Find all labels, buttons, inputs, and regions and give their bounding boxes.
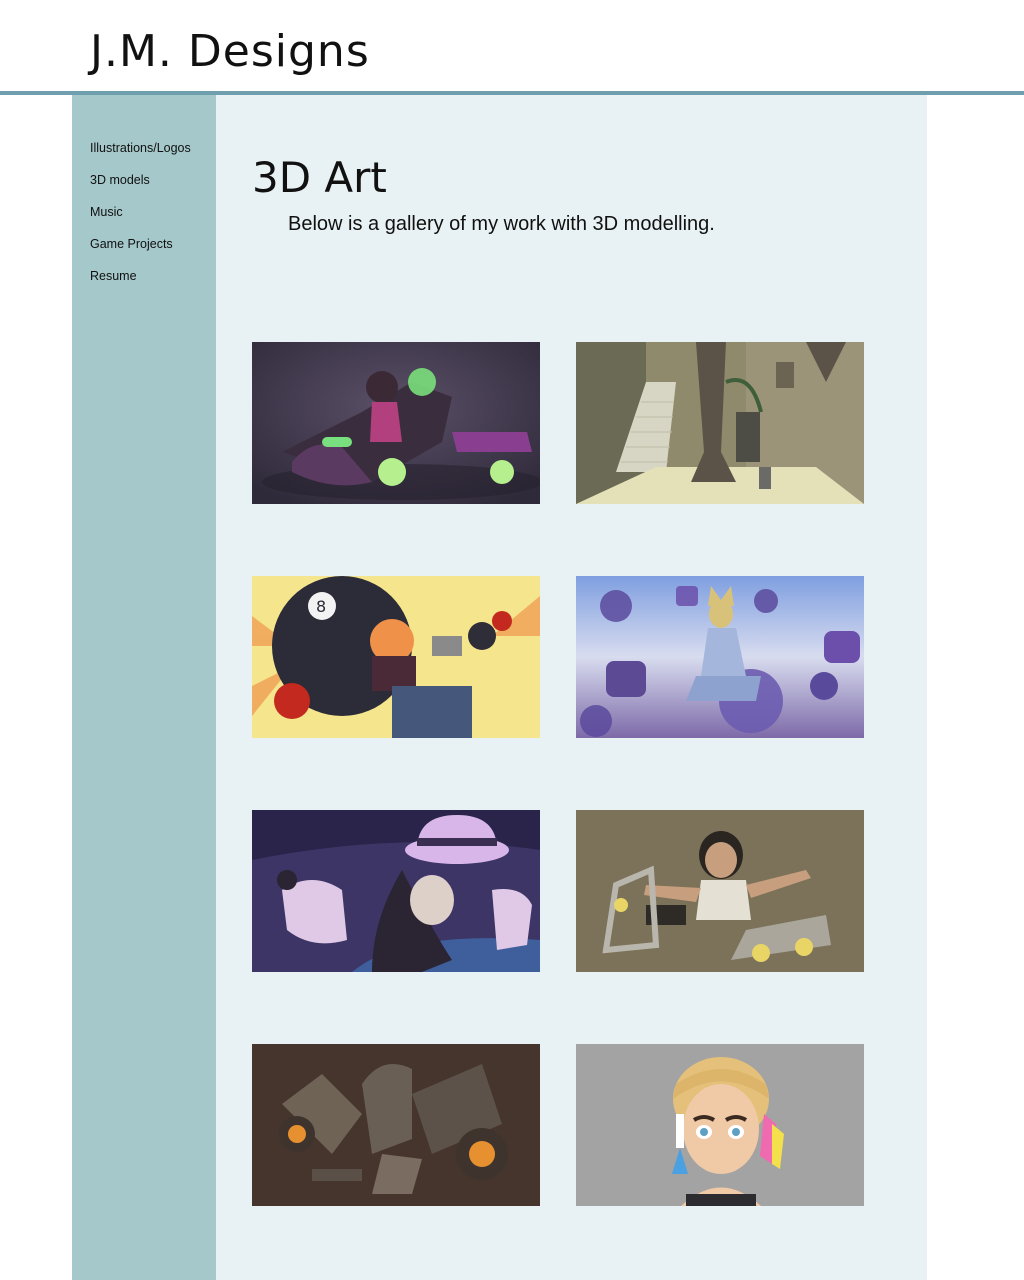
gallery-image-alley-stairs-scene[interactable] (576, 342, 864, 504)
gallery-image-girl-portrait-hairclips[interactable] (576, 1044, 864, 1206)
intro-text: Below is a gallery of my work with 3D mo… (288, 213, 715, 235)
gallery-image-comic-8-ball-characters[interactable]: 8 (252, 576, 540, 738)
gallery-image-hat-character-closeup[interactable] (252, 810, 540, 972)
gallery-artwork (576, 576, 864, 738)
page-title: 3D Art (252, 153, 387, 202)
gallery-artwork (576, 1044, 864, 1206)
gallery-image-skater-girl-pose[interactable] (576, 810, 864, 972)
sidebar-item-resume[interactable]: Resume (90, 268, 191, 300)
gallery-artwork (252, 342, 540, 504)
sidebar-item-3d-models[interactable]: 3D models (90, 172, 191, 204)
sidebar-nav: Illustrations/Logos 3D models Music Game… (90, 140, 191, 300)
sidebar: Illustrations/Logos 3D models Music Game… (72, 95, 216, 1280)
sidebar-item-game-projects[interactable]: Game Projects (90, 236, 191, 268)
gallery-image-robot-creature-dark[interactable] (252, 1044, 540, 1206)
sidebar-item-music[interactable]: Music (90, 204, 191, 236)
gallery-image-cat-robot-on-bubbles[interactable] (576, 576, 864, 738)
gallery-artwork (576, 342, 864, 504)
main-content: 3D Art Below is a gallery of my work wit… (216, 95, 927, 1280)
gallery-artwork (252, 810, 540, 972)
sidebar-item-illustrations-logos[interactable]: Illustrations/Logos (90, 140, 191, 172)
gallery-artwork (252, 1044, 540, 1206)
gallery-artwork: 8 (252, 576, 540, 738)
svg-text:8: 8 (316, 597, 326, 616)
gallery-artwork (576, 810, 864, 972)
site-title[interactable]: J.M. Designs (90, 26, 370, 78)
site-header: J.M. Designs (0, 0, 1024, 95)
gallery-image-character-on-hover-bike[interactable] (252, 342, 540, 504)
